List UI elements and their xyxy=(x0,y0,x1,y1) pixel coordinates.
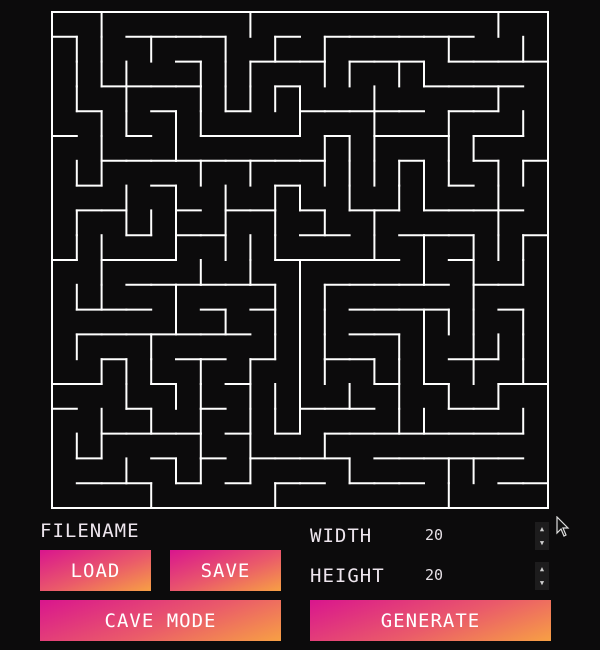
height-input[interactable]: 20 ▲ ▼ xyxy=(419,562,549,590)
mouse-cursor-icon xyxy=(556,516,570,537)
height-spinner[interactable]: ▲ ▼ xyxy=(535,562,549,590)
spin-down-icon[interactable]: ▼ xyxy=(540,579,544,587)
load-button[interactable]: LOAD xyxy=(40,550,151,591)
filename-label: FILENAME xyxy=(40,520,140,542)
height-value[interactable]: 20 xyxy=(425,566,443,584)
spin-down-icon[interactable]: ▼ xyxy=(540,539,544,547)
width-input[interactable]: 20 ▲ ▼ xyxy=(419,522,549,550)
spin-up-icon[interactable]: ▲ xyxy=(540,525,544,533)
height-label: HEIGHT xyxy=(310,565,385,587)
generate-button[interactable]: GENERATE xyxy=(310,600,551,641)
width-label: WIDTH xyxy=(310,525,373,547)
maze-canvas xyxy=(51,11,549,509)
width-spinner[interactable]: ▲ ▼ xyxy=(535,522,549,550)
width-value[interactable]: 20 xyxy=(425,526,443,544)
spin-up-icon[interactable]: ▲ xyxy=(540,565,544,573)
cave-mode-button[interactable]: CAVE MODE xyxy=(40,600,281,641)
save-button[interactable]: SAVE xyxy=(170,550,281,591)
